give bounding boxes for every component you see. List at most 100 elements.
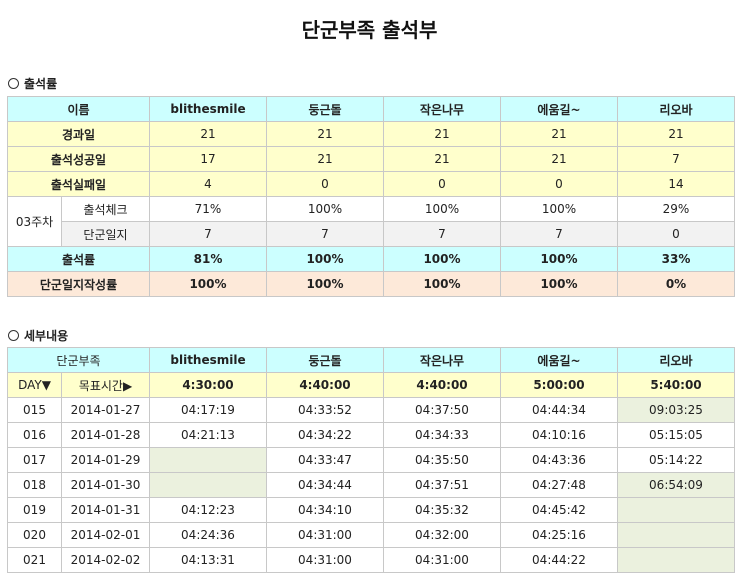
table-cell: 0: [266, 171, 384, 197]
row-label: 출석체크: [61, 196, 150, 222]
time-cell: 04:31:00: [383, 547, 501, 573]
time-cell: 04:33:47: [266, 447, 384, 473]
table-cell: 0: [383, 171, 501, 197]
table-cell: 71%: [149, 196, 267, 222]
table-cell: 100%: [383, 271, 501, 297]
time-cell: [617, 522, 735, 548]
table-cell: 21: [266, 121, 384, 147]
member-name: 둥근돌: [266, 347, 384, 373]
time-cell: 04:27:48: [500, 472, 618, 498]
date-cell: 2014-01-29: [61, 447, 150, 473]
time-cell: 04:37:50: [383, 397, 501, 423]
table-row: 017 2014-01-29 04:33:47 04:35:50 04:43:36 05:…: [7, 447, 735, 473]
attendance-detail-table: 단군부족 blithesmile 둥근돌 작은나무 에움길~ 리오바 DAY▼ …: [7, 347, 735, 573]
time-cell: 04:24:36: [149, 522, 267, 548]
time-cell: [617, 497, 735, 523]
table-cell: 0: [500, 171, 618, 197]
date-cell: 2014-01-31: [61, 497, 150, 523]
attendance-summary-table: 이름 blithesmile 둥근돌 작은나무 에움길~ 리오바 경과일 21 …: [7, 96, 735, 297]
table-cell: 14: [617, 171, 735, 197]
elapsed-days-row: 경과일 21 21 21 21 21: [7, 121, 735, 147]
row-label: 출석실패일: [7, 171, 150, 197]
time-cell: 04:12:23: [149, 497, 267, 523]
table-cell: 100%: [500, 271, 618, 297]
table-cell: 100%: [266, 271, 384, 297]
time-cell: 04:43:36: [500, 447, 618, 473]
date-cell: 2014-01-27: [61, 397, 150, 423]
time-cell: 04:10:16: [500, 422, 618, 448]
time-cell: 09:03:25: [617, 397, 735, 423]
week-journal-row: 단군일지 7 7 7 7 0: [8, 221, 735, 247]
table-cell: 7: [383, 221, 501, 247]
table-cell: 21: [617, 121, 735, 147]
table-cell: 21: [266, 146, 384, 172]
date-cell: 2014-02-01: [61, 522, 150, 548]
date-cell: 2014-01-30: [61, 472, 150, 498]
table-cell: 17: [149, 146, 267, 172]
member-name: 에움길~: [500, 96, 618, 122]
day-number: 015: [7, 397, 62, 423]
table-cell: 7: [617, 146, 735, 172]
tribe-header: 단군부족: [7, 347, 150, 373]
table-cell: 0%: [617, 271, 735, 297]
table-cell: 7: [149, 221, 267, 247]
table-row: 019 2014-01-31 04:12:23 04:34:10 04:35:32 04:…: [7, 497, 735, 523]
table-cell: 100%: [266, 246, 384, 272]
time-cell: [149, 472, 267, 498]
time-cell: 04:32:00: [383, 522, 501, 548]
member-name: blithesmile: [149, 347, 267, 373]
table-cell: 21: [500, 146, 618, 172]
row-label: 출석성공일: [7, 146, 150, 172]
target-time: 4:40:00: [266, 372, 384, 398]
row-label: 단군일지: [61, 221, 150, 247]
detail-header-row: 단군부족 blithesmile 둥근돌 작은나무 에움길~ 리오바: [7, 347, 735, 373]
target-time: 4:40:00: [383, 372, 501, 398]
summary-section-title: 출석률: [8, 75, 57, 92]
time-cell: [149, 447, 267, 473]
success-days-row: 출석성공일 17 21 21 21 7: [7, 146, 735, 172]
day-number: 020: [7, 522, 62, 548]
day-sort-header[interactable]: DAY▼: [7, 372, 62, 398]
time-cell: 04:33:52: [266, 397, 384, 423]
time-cell: 04:44:34: [500, 397, 618, 423]
time-cell: 04:34:33: [383, 422, 501, 448]
table-cell: 100%: [383, 196, 501, 222]
attendance-rate-row: 출석률 81% 100% 100% 100% 33%: [7, 246, 735, 272]
table-cell: 7: [500, 221, 618, 247]
table-cell: 29%: [617, 196, 735, 222]
target-time: 4:30:00: [149, 372, 267, 398]
table-cell: 81%: [149, 246, 267, 272]
detail-section-title: 세부내용: [8, 327, 68, 344]
time-cell: 04:35:50: [383, 447, 501, 473]
table-row: 016 2014-01-28 04:21:13 04:34:22 04:34:33 04:…: [7, 422, 735, 448]
table-cell: 100%: [500, 246, 618, 272]
detail-section-label: 세부내용: [24, 329, 69, 343]
time-cell: 04:31:00: [266, 547, 384, 573]
time-cell: 04:21:13: [149, 422, 267, 448]
day-number: 017: [7, 447, 62, 473]
time-cell: 05:14:22: [617, 447, 735, 473]
member-name: 에움길~: [500, 347, 618, 373]
time-cell: 04:34:44: [266, 472, 384, 498]
fail-days-row: 출석실패일 4 0 0 0 14: [7, 171, 735, 197]
target-time: 5:40:00: [617, 372, 735, 398]
table-cell: 21: [383, 121, 501, 147]
day-number: 021: [7, 547, 62, 573]
time-cell: 04:44:22: [500, 547, 618, 573]
table-cell: 7: [266, 221, 384, 247]
time-cell: 05:15:05: [617, 422, 735, 448]
time-cell: 04:37:51: [383, 472, 501, 498]
week-label: 03주차: [7, 196, 62, 247]
day-number: 018: [7, 472, 62, 498]
table-cell: 100%: [500, 196, 618, 222]
target-time: 5:00:00: [500, 372, 618, 398]
member-name: blithesmile: [149, 96, 267, 122]
name-header: 이름: [7, 96, 150, 122]
row-label: 경과일: [7, 121, 150, 147]
journal-write-rate-row: 단군일지작성률 100% 100% 100% 100% 0%: [7, 271, 735, 297]
row-label: 단군일지작성률: [7, 271, 150, 297]
week-check-row: 03주차 출석체크 71% 100% 100% 100% 29%: [7, 196, 735, 247]
day-number: 016: [7, 422, 62, 448]
table-cell: 21: [149, 121, 267, 147]
target-time-label: 목표시간▶: [61, 372, 150, 398]
